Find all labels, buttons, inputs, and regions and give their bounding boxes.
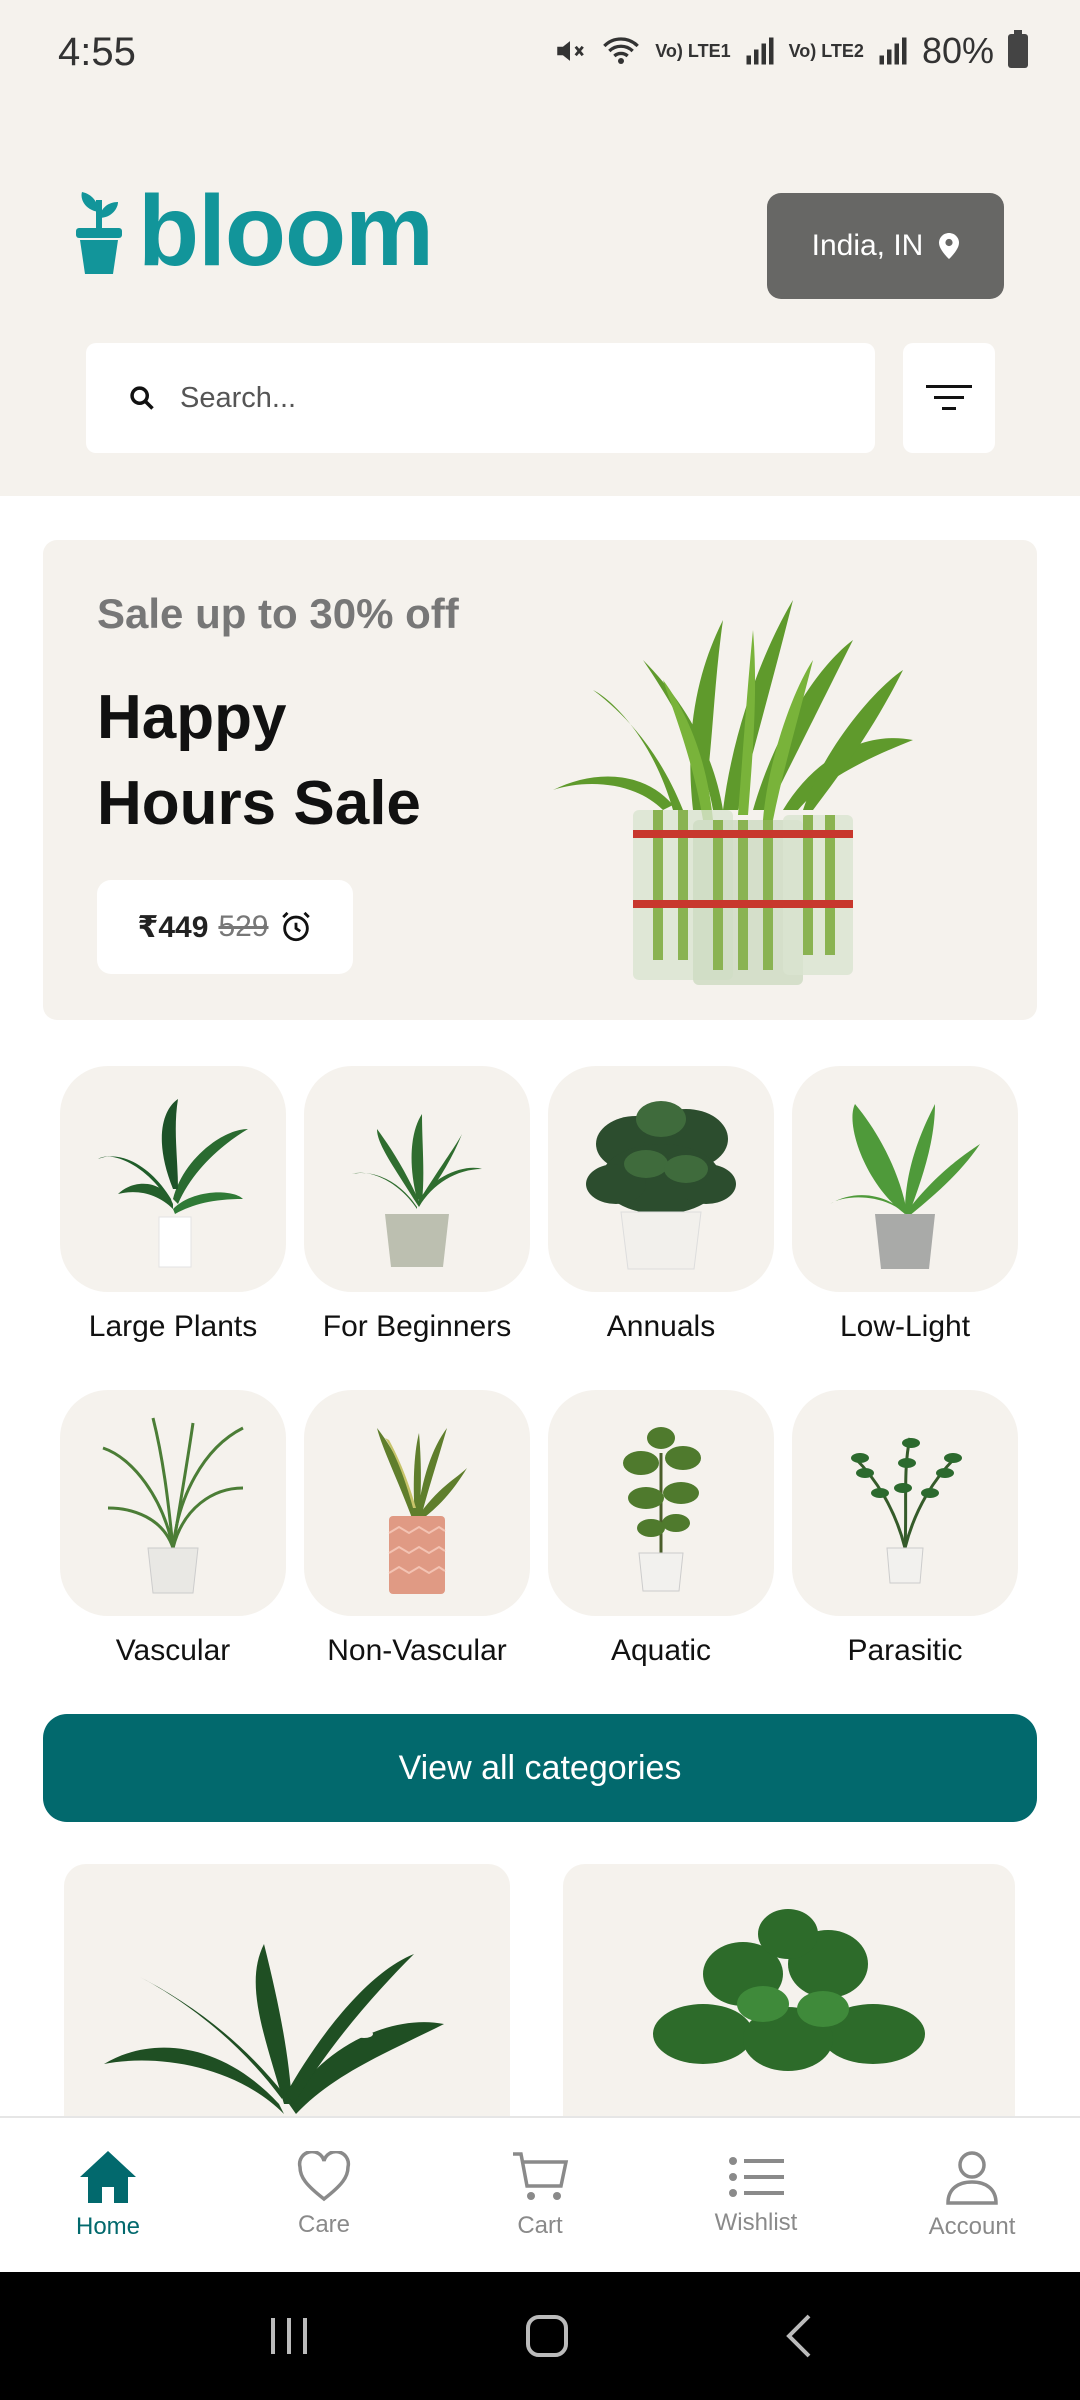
product-image <box>653 1909 925 2071</box>
header-area: 4:55 Vo) LTE1 Vo) LTE2 80% bloom India, … <box>0 0 1080 496</box>
sim2-label: Vo) LTE2 <box>788 41 864 61</box>
wifi-icon <box>603 37 640 64</box>
signal-icon <box>746 37 774 65</box>
home-icon <box>80 2151 136 2203</box>
category-image <box>792 1066 1018 1292</box>
category-label: Vascular <box>115 1634 231 1667</box>
category-label: Annuals <box>606 1310 716 1343</box>
nav-cart[interactable]: Cart <box>432 2118 648 2272</box>
category-label: Low-Light <box>839 1310 971 1343</box>
nav-account[interactable]: Account <box>864 2118 1080 2272</box>
brand-logo: bloom <box>74 175 434 287</box>
nav-home[interactable]: Home <box>0 2118 216 2272</box>
signal-icon-2 <box>879 37 907 65</box>
tropical-plant-icon <box>830 1104 980 1269</box>
monstera-plant-icon <box>98 1099 248 1268</box>
view-all-categories-button[interactable]: View all categories <box>43 1714 1037 1822</box>
location-label: India, IN <box>811 229 924 262</box>
recent-apps-icon[interactable] <box>267 2316 311 2356</box>
category-vascular[interactable]: Vascular <box>60 1390 286 1668</box>
cart-icon <box>513 2152 569 2200</box>
category-image <box>304 1390 530 1616</box>
back-icon[interactable] <box>783 2313 813 2359</box>
system-navigation-bar <box>0 2272 1080 2400</box>
banner-title: Happy Hours Sale <box>97 675 421 847</box>
brand-name: bloom <box>138 175 434 287</box>
plant-pot-icon <box>76 192 122 274</box>
banner-title-line1: Happy <box>97 683 287 752</box>
nav-label: Wishlist <box>714 2209 798 2236</box>
battery-percent: 80% <box>921 30 994 71</box>
status-time: 4:55 <box>58 30 136 74</box>
category-image <box>60 1066 286 1292</box>
category-aquatic[interactable]: Aquatic <box>548 1390 774 1668</box>
category-parasitic[interactable]: Parasitic <box>792 1390 1018 1668</box>
status-icons: Vo) LTE1 Vo) LTE2 80% <box>553 30 1028 72</box>
user-icon <box>946 2151 998 2205</box>
nav-label: Cart <box>517 2212 563 2239</box>
nav-wishlist[interactable]: Wishlist <box>648 2118 864 2272</box>
alarm-clock-icon <box>281 911 310 942</box>
search-input[interactable]: Search... <box>86 343 875 453</box>
category-label: For Beginners <box>322 1310 512 1343</box>
original-price: 529 <box>218 910 269 943</box>
filter-button[interactable] <box>903 343 995 453</box>
lucky-bamboo-image <box>553 600 913 985</box>
category-label: Non-Vascular <box>327 1634 507 1667</box>
palm-plant-icon <box>102 1417 244 1594</box>
snake-plant-icon <box>377 1428 467 1594</box>
location-pin-icon <box>939 233 960 259</box>
search-placeholder: Search... <box>180 381 297 414</box>
aglaonema-plant-icon <box>352 1114 482 1267</box>
search-icon <box>130 386 154 410</box>
category-image <box>60 1390 286 1616</box>
bushy-plant-icon <box>586 1101 736 1270</box>
nav-care[interactable]: Care <box>216 2118 432 2272</box>
category-label: Large Plants <box>88 1310 258 1343</box>
price-chip[interactable]: ₹449 529 <box>97 880 353 974</box>
product-card[interactable] <box>563 1864 1015 2124</box>
category-image <box>548 1390 774 1616</box>
fiddle-leaf-plant-icon <box>623 1427 701 1592</box>
banner-title-line2: Hours Sale <box>97 769 421 838</box>
location-button[interactable]: India, IN <box>767 193 1004 299</box>
sale-banner[interactable]: Sale up to 30% off Happy Hours Sale ₹449… <box>43 540 1037 1020</box>
mute-icon <box>557 41 585 61</box>
category-image <box>548 1066 774 1292</box>
banner-subtitle: Sale up to 30% off <box>97 590 459 637</box>
category-large-plants[interactable]: Large Plants <box>60 1066 286 1344</box>
nav-label: Account <box>928 2213 1016 2240</box>
sale-price: ₹449 <box>137 910 209 944</box>
product-card[interactable] <box>64 1864 510 2124</box>
category-label: Aquatic <box>610 1634 712 1667</box>
category-annuals[interactable]: Annuals <box>548 1066 774 1344</box>
list-icon <box>729 2157 784 2197</box>
category-image <box>792 1390 1018 1616</box>
product-image <box>104 1944 444 2114</box>
nav-label: Care <box>297 2211 351 2238</box>
category-low-light[interactable]: Low-Light <box>792 1066 1018 1344</box>
zz-plant-icon <box>851 1437 962 1584</box>
category-for-beginners[interactable]: For Beginners <box>304 1066 530 1344</box>
filter-icon <box>926 385 972 410</box>
bottom-navigation: Home Care Cart Wishlist Account <box>0 2116 1080 2272</box>
category-label: Parasitic <box>847 1634 963 1667</box>
home-button-icon[interactable] <box>525 2314 569 2358</box>
category-image <box>304 1066 530 1292</box>
category-non-vascular[interactable]: Non-Vascular <box>304 1390 530 1668</box>
sim1-label: Vo) LTE1 <box>655 41 731 61</box>
nav-label: Home <box>75 2213 141 2240</box>
heart-icon <box>297 2151 351 2202</box>
battery-icon <box>1008 30 1028 68</box>
